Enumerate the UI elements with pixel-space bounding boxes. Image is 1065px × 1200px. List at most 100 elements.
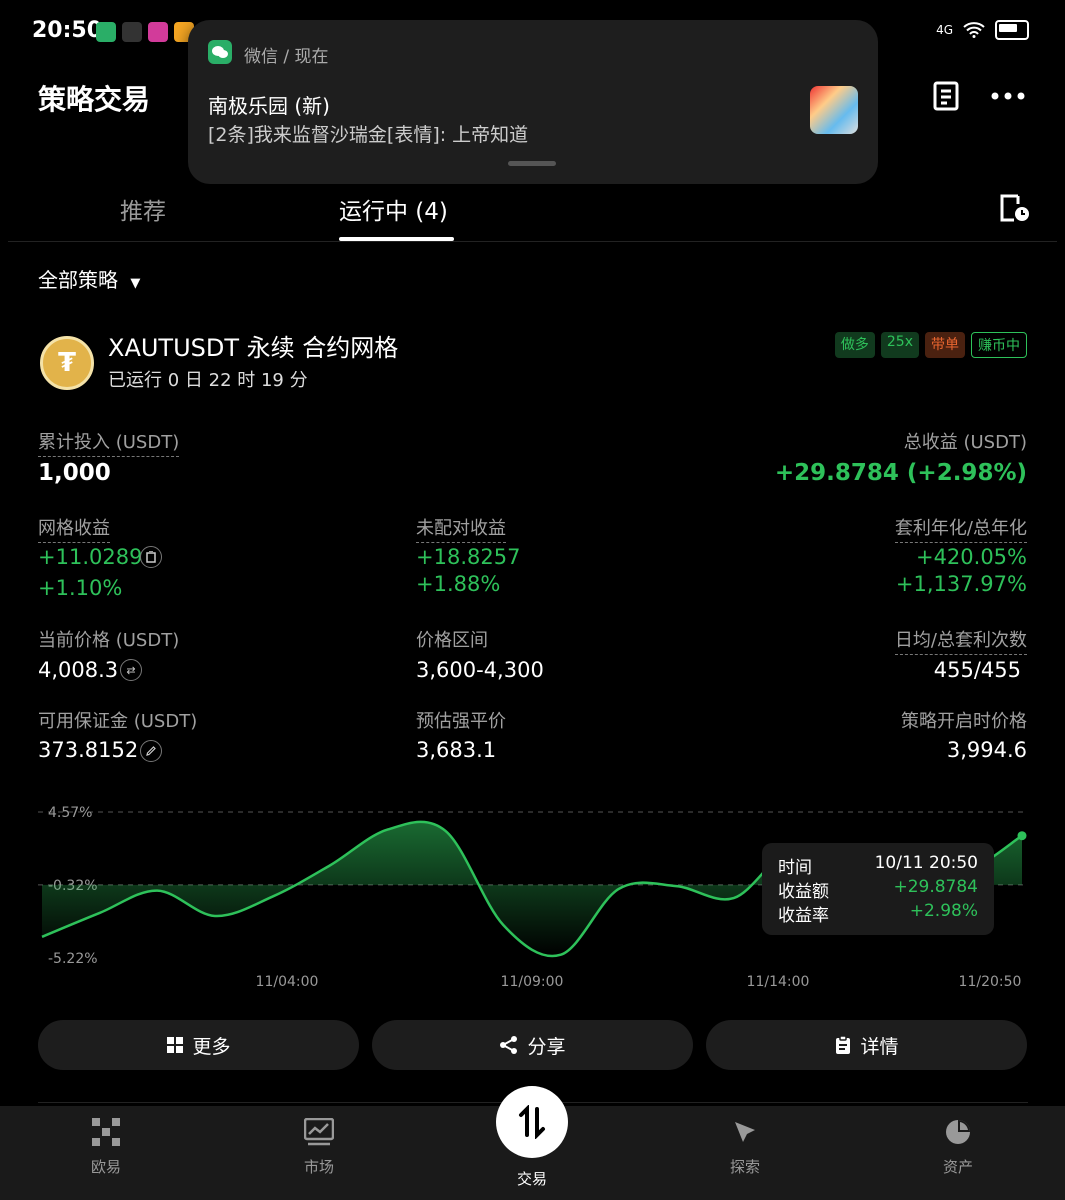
swap-icon[interactable]: ⇄: [120, 659, 142, 681]
range-label: 价格区间: [416, 630, 488, 651]
tooltip-amount: +29.8784: [893, 877, 978, 897]
badge-copy-trade: 带单: [925, 332, 965, 358]
battery-icon: [995, 20, 1029, 40]
apr-value: +420.05%: [915, 545, 1027, 569]
bottom-nav: 欧易 市场 交易 探索 资产: [0, 1086, 1065, 1200]
withdraw-icon[interactable]: [140, 546, 162, 568]
unmatched-value: +18.8257: [416, 545, 521, 569]
tab-recommended[interactable]: 推荐: [120, 192, 166, 226]
x-tick-label: 11/14:00: [747, 974, 810, 990]
invested-value: 1,000: [38, 460, 111, 486]
document-icon[interactable]: [928, 78, 964, 114]
app-icon: [148, 22, 168, 42]
caret-down-icon: ▼: [130, 276, 141, 291]
more-button[interactable]: 更多: [38, 1020, 359, 1070]
clipboard-icon: [836, 1035, 851, 1054]
more-icon[interactable]: [990, 78, 1026, 114]
arb-count-label: 日均/总套利次数: [894, 626, 1027, 655]
grid-profit-label: 网格收益: [38, 514, 110, 543]
tooltip-time-label: 时间: [778, 858, 812, 878]
status-time: 20:50: [32, 18, 103, 43]
trade-arrows-icon: [519, 1105, 545, 1139]
tether-logo: ₮: [40, 336, 94, 390]
history-icon[interactable]: [998, 192, 1032, 228]
grid-profit-pct: +1.10%: [38, 576, 123, 600]
nav-okx[interactable]: 欧易: [56, 1118, 156, 1177]
total-profit-label: 总收益 (USDT): [903, 432, 1027, 453]
apr-label: 套利年化/总年化: [894, 514, 1027, 543]
network-label: 4G: [936, 23, 953, 37]
chart-tooltip: 时间 10/11 20:50 收益额 +29.8784 收益率 +2.98%: [762, 843, 994, 935]
x-tick-label: 11/09:00: [501, 974, 564, 990]
nav-assets[interactable]: 资产: [908, 1118, 1008, 1177]
margin-value: 373.8152: [38, 738, 139, 762]
more-button-label: 更多: [192, 1035, 231, 1058]
filter-label: 全部策略: [38, 268, 118, 292]
tab-running[interactable]: 运行中 (4): [339, 192, 448, 226]
page-title: 策略交易: [38, 83, 151, 116]
badge-earning: 赚币中: [971, 332, 1027, 358]
unmatched-label: 未配对收益: [416, 514, 506, 543]
tooltip-amount-label: 收益额: [778, 882, 829, 902]
wechat-notification[interactable]: 微信 / 现在 南极乐园 (新) [2条]我来监督沙瑞金[表情]: 上帝知道: [188, 20, 878, 184]
range-value: 3,600-4,300: [416, 658, 544, 682]
grid-icon: [167, 1037, 184, 1053]
share-button[interactable]: 分享: [372, 1020, 693, 1070]
tooltip-time: 10/11 20:50: [874, 853, 978, 873]
price-value: 4,008.3: [38, 658, 119, 682]
status-notification-icons: [96, 22, 194, 42]
strategy-badges: 做多 25x 带单 赚币中: [834, 332, 1027, 358]
total-profit-value: +29.8784 (+2.98%): [774, 460, 1027, 486]
start-price-value: 3,994.6: [946, 738, 1027, 762]
nav-explore[interactable]: 探索: [695, 1118, 795, 1177]
notification-message: [2条]我来监督沙瑞金[表情]: 上帝知道: [208, 124, 529, 146]
nav-assets-label: 资产: [942, 1158, 973, 1176]
share-button-label: 分享: [527, 1035, 566, 1058]
x-tick-label: 11/20:50: [959, 974, 1022, 990]
group-avatar: [810, 86, 858, 134]
explore-icon: [735, 1122, 755, 1142]
nav-market-label: 市场: [303, 1158, 334, 1176]
y-tick-label: 4.57%: [48, 805, 92, 821]
wechat-icon: [208, 40, 232, 64]
wifi-icon: [963, 22, 985, 38]
nav-market[interactable]: 市场: [269, 1118, 369, 1177]
x-tick-label: 11/04:00: [256, 974, 319, 990]
liq-label: 预估强平价: [416, 711, 506, 732]
y-tick-label: -5.22%: [48, 951, 98, 967]
last-point: [1017, 831, 1027, 841]
wechat-icon: [96, 22, 116, 42]
okx-logo-icon: [92, 1118, 120, 1146]
badge-leverage: 25x: [880, 332, 919, 358]
strategy-filter[interactable]: 全部策略 ▼: [38, 264, 140, 293]
notification-app: 微信 / 现在: [244, 47, 329, 67]
grid-profit-value: +11.0289: [38, 545, 143, 569]
notification-handle[interactable]: [508, 161, 556, 166]
share-icon: [500, 1036, 518, 1054]
nav-okx-label: 欧易: [90, 1158, 121, 1176]
strategy-title[interactable]: XAUTUSDT 永续 合约网格: [108, 328, 398, 363]
badge-long: 做多: [834, 332, 875, 358]
strategy-runtime: 已运行 0 日 22 时 19 分: [108, 370, 308, 391]
trade-button[interactable]: [496, 1086, 568, 1158]
start-price-label: 策略开启时价格: [901, 711, 1027, 732]
x-icon: [122, 22, 142, 42]
status-right: 4G: [936, 20, 1029, 40]
nav-explore-label: 探索: [729, 1158, 760, 1176]
details-button-label: 详情: [860, 1035, 899, 1058]
nav-trade-label[interactable]: 交易: [482, 1168, 582, 1189]
tooltip-rate-label: 收益率: [778, 906, 829, 926]
market-chart-icon: [304, 1118, 334, 1146]
price-label: 当前价格 (USDT): [38, 630, 180, 651]
margin-label: 可用保证金 (USDT): [38, 711, 198, 732]
edit-icon[interactable]: [140, 740, 162, 762]
liq-value: 3,683.1: [416, 738, 497, 762]
total-apr-value: +1,137.97%: [895, 572, 1027, 596]
unmatched-pct: +1.88%: [416, 572, 501, 596]
pie-chart-icon: [946, 1120, 970, 1144]
details-button[interactable]: 详情: [706, 1020, 1027, 1070]
tabs-divider: [8, 241, 1057, 242]
notification-title: 南极乐园 (新): [208, 94, 330, 118]
arb-count-value: 455/455: [933, 658, 1021, 682]
invested-label: 累计投入 (USDT): [38, 428, 180, 457]
